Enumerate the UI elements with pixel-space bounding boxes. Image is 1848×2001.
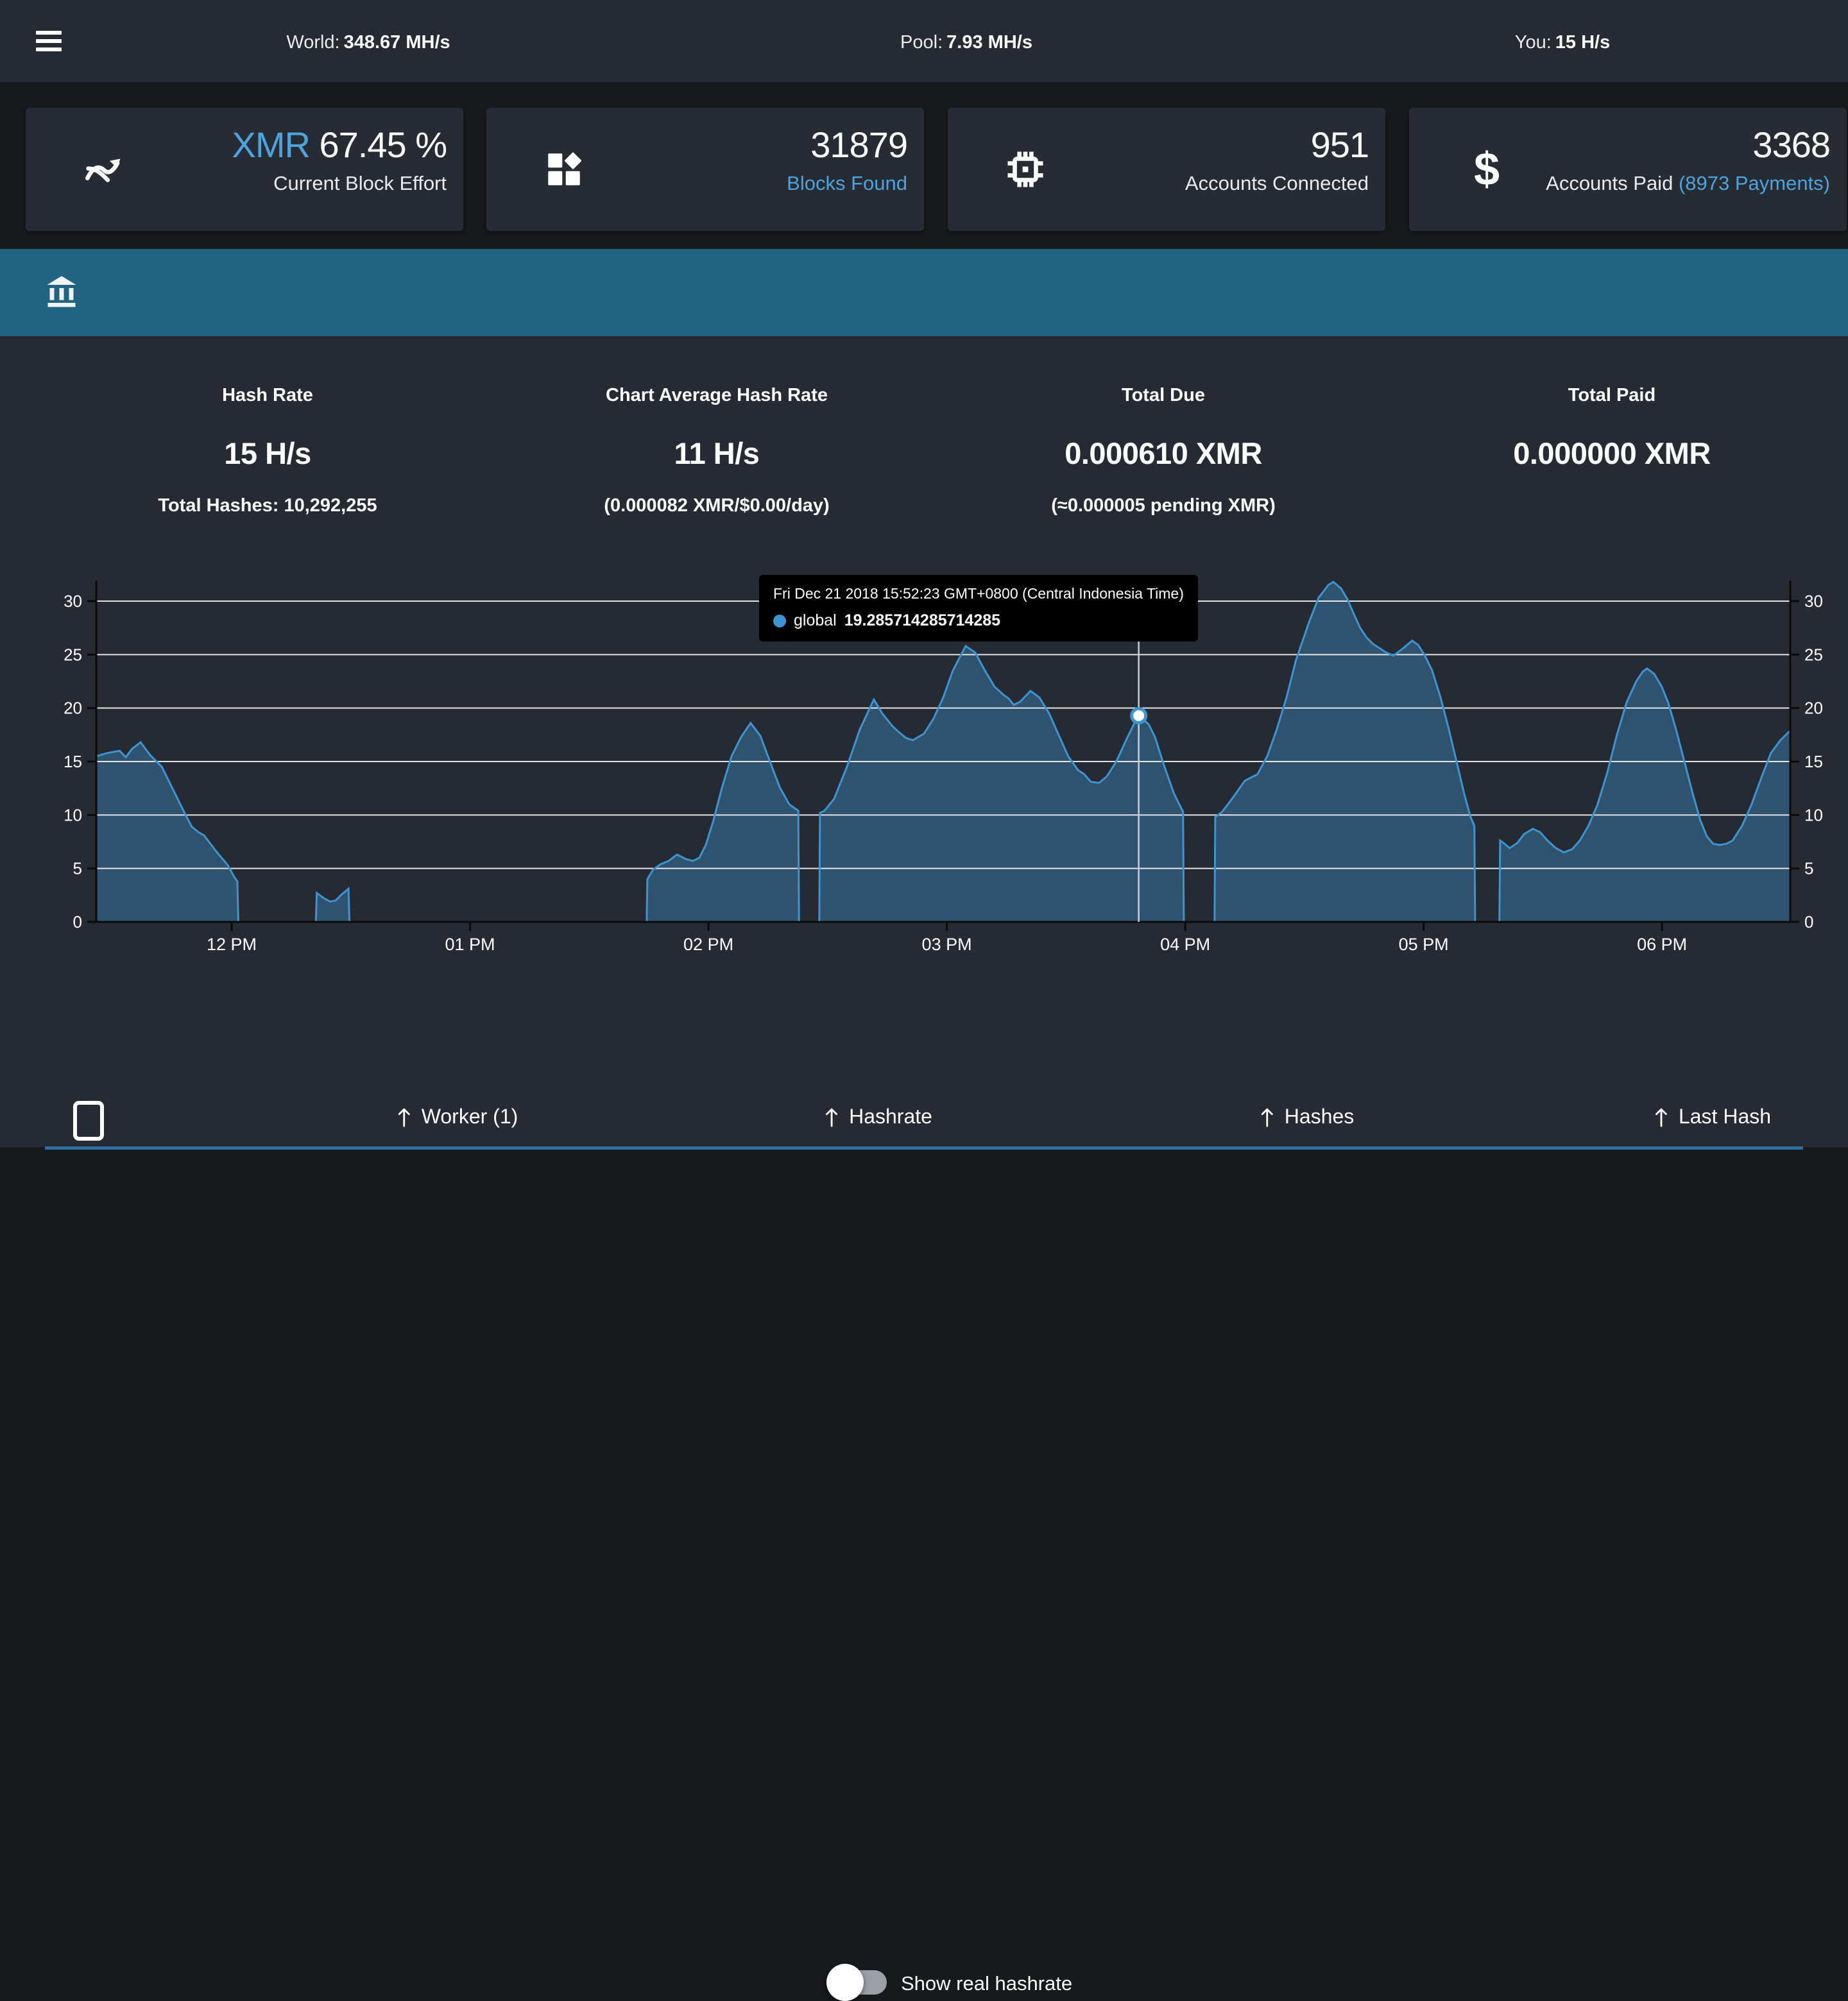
show-real-hashrate-toggle[interactable]	[842, 1970, 887, 1995]
svg-text:5: 5	[73, 859, 82, 878]
stat-label: Chart Average Hash Rate	[604, 385, 829, 406]
stat-sub: (0.000082 XMR/$0.00/day)	[604, 495, 829, 516]
toggle-knob[interactable]	[826, 1964, 864, 2001]
svg-text:01 PM: 01 PM	[445, 935, 495, 954]
stat-total-due: Total Due 0.000610 XMR (≈0.000005 pendin…	[1051, 385, 1276, 516]
svg-text:05 PM: 05 PM	[1399, 935, 1449, 954]
menu-icon[interactable]	[36, 31, 62, 51]
multiline-chart-icon	[82, 148, 124, 191]
card-accounts-paid: $ 3368 Accounts Paid (8973 Payments)	[1409, 108, 1847, 231]
pool-hashrate: Pool:7.93 MH/s	[900, 32, 1032, 53]
column-header-last-hash[interactable]: Last Hash	[1653, 1105, 1771, 1128]
card-label: Current Block Effort	[232, 172, 447, 195]
card-label: Accounts Connected	[1185, 172, 1369, 195]
menu-bar	[36, 31, 62, 35]
toggle-row: Show real hashrate	[0, 980, 1848, 1025]
column-header-hashes[interactable]: Hashes	[1259, 1105, 1355, 1128]
svg-text:06 PM: 06 PM	[1637, 935, 1687, 954]
svg-text:15: 15	[1804, 752, 1823, 771]
card-body: 31879 Blocks Found	[787, 127, 907, 195]
you-value: 15 H/s	[1555, 32, 1610, 53]
dollar-icon: $	[1466, 148, 1508, 191]
tooltip-time: Fri Dec 21 2018 15:52:23 GMT+0800 (Centr…	[773, 585, 1184, 602]
svg-text:25: 25	[1804, 645, 1823, 664]
pool-label: Pool:	[900, 32, 943, 53]
stat-label: Total Due	[1051, 385, 1276, 406]
card-body: XMR 67.45 % Current Block Effort	[232, 127, 447, 195]
sort-arrow-icon	[1653, 1106, 1670, 1128]
stat-label: Hash Rate	[158, 385, 377, 406]
stat-sub: Total Hashes: 10,292,255	[158, 495, 377, 516]
svg-text:10: 10	[1804, 805, 1823, 824]
pool-value: 7.93 MH/s	[946, 32, 1032, 53]
stat-hash-rate: Hash Rate 15 H/s Total Hashes: 10,292,25…	[158, 385, 377, 516]
table-divider	[45, 1146, 1803, 1150]
svg-text:5: 5	[1804, 859, 1813, 878]
svg-text:20: 20	[64, 699, 82, 718]
menu-bar	[36, 39, 62, 43]
svg-text:0: 0	[73, 912, 82, 932]
effort-percent: 67.45 %	[310, 124, 447, 165]
card-block-effort: XMR 67.45 % Current Block Effort	[26, 108, 463, 231]
svg-text:30: 30	[64, 592, 82, 611]
svg-text:0: 0	[1804, 912, 1813, 932]
blocks-found-value: 31879	[787, 127, 907, 163]
chart-tooltip: Fri Dec 21 2018 15:52:23 GMT+0800 (Centr…	[759, 575, 1198, 642]
sort-arrow-icon	[396, 1106, 413, 1128]
stat-chart-average: Chart Average Hash Rate 11 H/s (0.000082…	[604, 385, 829, 516]
svg-text:15: 15	[64, 752, 82, 771]
topbar: World:348.67 MH/s Pool:7.93 MH/s You:15 …	[0, 0, 1848, 82]
xmr-tag: XMR	[232, 124, 310, 165]
toggle-label: Show real hashrate	[901, 1972, 1072, 1995]
stat-total-paid: Total Paid 0.000000 XMR	[1513, 385, 1711, 495]
tooltip-value-row: global 19.285714285714285	[773, 611, 1184, 630]
card-body: 3368 Accounts Paid (8973 Payments)	[1546, 127, 1830, 195]
svg-text:20: 20	[1804, 699, 1823, 718]
svg-text:03 PM: 03 PM	[922, 935, 972, 954]
card-body: 951 Accounts Connected	[1185, 127, 1369, 195]
bank-icon	[42, 272, 81, 311]
accounts-paid-value: 3368	[1546, 127, 1830, 163]
card-label: Blocks Found	[787, 172, 907, 195]
card-blocks-found: 31879 Blocks Found	[486, 108, 924, 231]
stat-sub: (≈0.000005 pending XMR)	[1051, 495, 1276, 516]
payments-link[interactable]: (8973 Payments)	[1679, 172, 1830, 194]
svg-text:25: 25	[64, 645, 82, 664]
sort-arrow-icon	[1259, 1106, 1276, 1128]
world-value: 348.67 MH/s	[344, 32, 450, 53]
blocks-found-link[interactable]: Blocks Found	[787, 172, 907, 194]
you-label: You:	[1515, 32, 1552, 53]
card-accounts-connected: 951 Accounts Connected	[948, 108, 1385, 231]
series-dot-icon	[773, 615, 786, 627]
svg-text:10: 10	[64, 805, 82, 824]
select-all-checkbox[interactable]	[73, 1101, 104, 1141]
stat-value: 0.000610 XMR	[1051, 436, 1276, 471]
stat-value: 0.000000 XMR	[1513, 436, 1711, 471]
blocks-icon	[543, 148, 585, 191]
stat-label: Total Paid	[1513, 385, 1711, 406]
card-label: Accounts Paid (8973 Payments)	[1546, 172, 1830, 195]
stat-value: 11 H/s	[604, 436, 829, 471]
menu-bar	[36, 47, 62, 51]
accounts-connected-value: 951	[1185, 127, 1369, 163]
sort-arrow-icon	[823, 1106, 840, 1128]
svg-text:02 PM: 02 PM	[683, 935, 733, 954]
svg-text:04 PM: 04 PM	[1160, 935, 1210, 954]
svg-text:30: 30	[1804, 592, 1823, 611]
miner-group-banner: (Last hash is 2 minutes ago) ✕	[0, 249, 1848, 336]
column-header-worker[interactable]: Worker (1)	[396, 1105, 518, 1128]
chip-icon	[1004, 148, 1047, 191]
stat-value: 15 H/s	[158, 436, 377, 471]
world-label: World:	[286, 32, 339, 53]
block-effort-value: XMR 67.45 %	[232, 127, 447, 163]
world-hashrate: World:348.67 MH/s	[286, 32, 450, 53]
your-hashrate: You:15 H/s	[1515, 32, 1610, 53]
column-header-hashrate[interactable]: Hashrate	[823, 1105, 932, 1128]
tooltip-value: 19.285714285714285	[844, 611, 1000, 630]
tooltip-series: global	[794, 611, 837, 630]
svg-text:12 PM: 12 PM	[207, 935, 257, 954]
